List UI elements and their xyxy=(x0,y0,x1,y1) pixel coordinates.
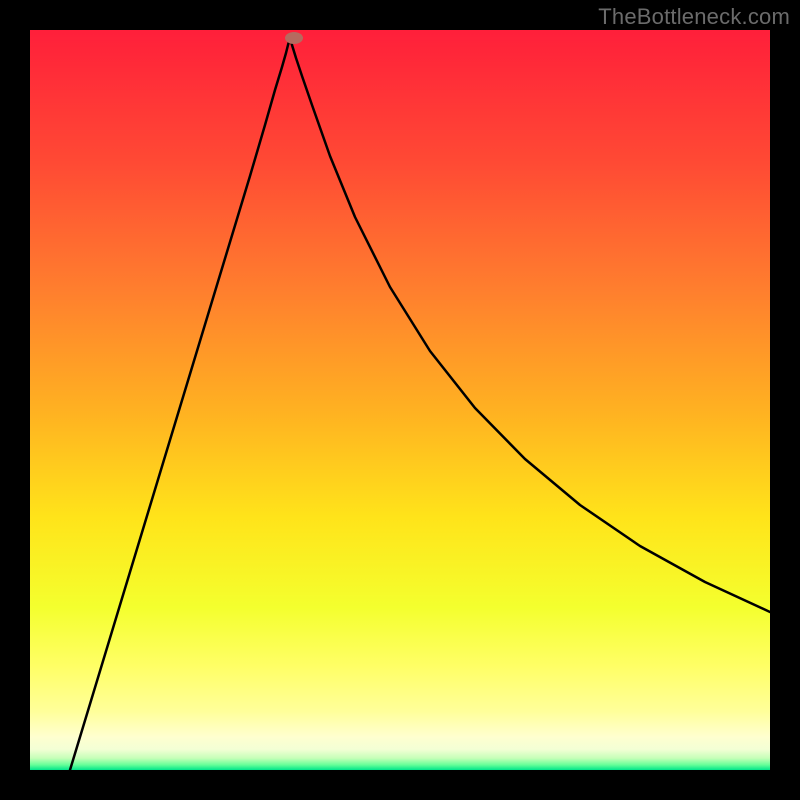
chart-svg xyxy=(30,30,770,770)
minimum-marker xyxy=(285,32,303,44)
chart-plot-area xyxy=(30,30,770,770)
watermark-text: TheBottleneck.com xyxy=(598,4,790,30)
gradient-background xyxy=(30,30,770,770)
chart-frame: TheBottleneck.com xyxy=(0,0,800,800)
